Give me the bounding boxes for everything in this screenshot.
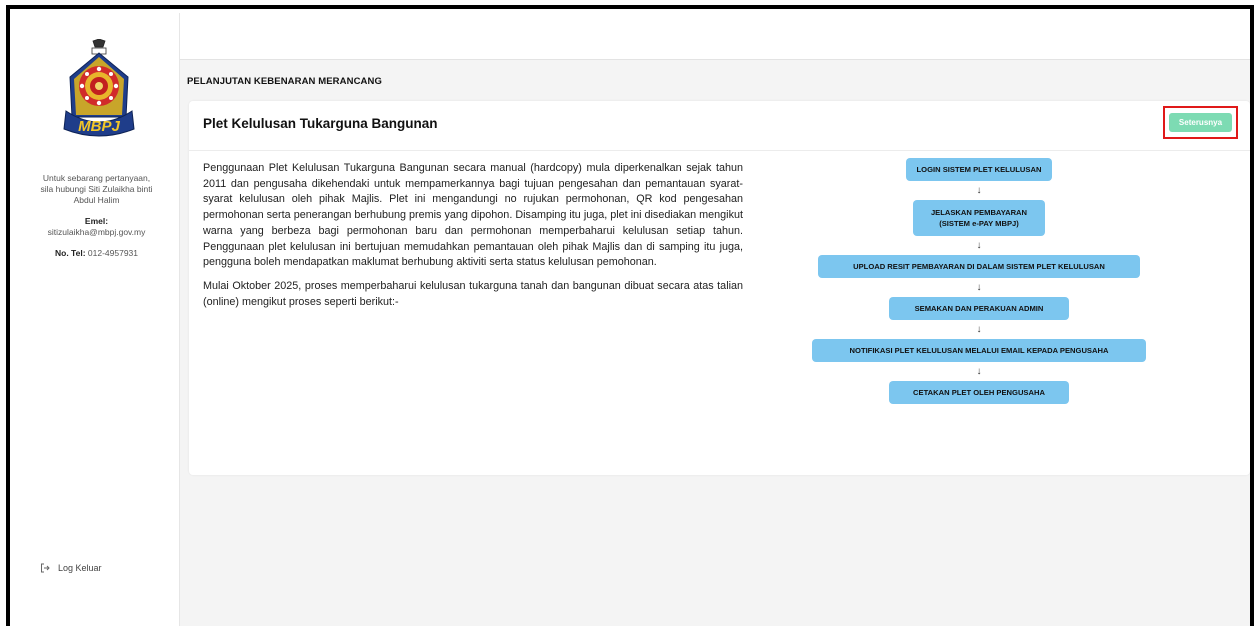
svg-text:MBPJ: MBPJ xyxy=(78,118,120,135)
page-title: PELANJUTAN KEBENARAN MERANCANG xyxy=(187,76,382,87)
description-paragraph: Penggunaan Plet Kelulusan Tukarguna Bang… xyxy=(203,162,743,269)
down-arrow-icon: ↓ xyxy=(976,282,982,293)
flow-step-login: LOGIN SISTEM PLET KELULUSAN xyxy=(906,158,1052,181)
flow-step-label: CETAKAN PLET OLEH PENGUSAHA xyxy=(913,388,1045,397)
flow-step-review: SEMAKAN DAN PERAKUAN ADMIN xyxy=(889,297,1069,320)
phone-value: 012-4957931 xyxy=(87,248,139,258)
card-title: Plet Kelulusan Tukarguna Bangunan xyxy=(203,116,438,131)
flow-step-print: CETAKAN PLET OLEH PENGUSAHA xyxy=(889,381,1069,404)
description: Penggunaan Plet Kelulusan Tukarguna Bang… xyxy=(203,161,743,318)
contact-line: sila hubungi Siti Zulaikha binti xyxy=(40,184,153,194)
sidebar: MBPJ Untuk sebarang pertanyaan, sila hub… xyxy=(14,13,180,626)
flow-step-upload: UPLOAD RESIT PEMBAYARAN DI DALAM SISTEM … xyxy=(818,255,1140,278)
down-arrow-icon: ↓ xyxy=(976,324,982,335)
flow-step-payment: JELASKAN PEMBAYARAN (SISTEM e-PAY MBPJ) xyxy=(913,200,1045,236)
flow-step-label: SEMAKAN DAN PERAKUAN ADMIN xyxy=(914,304,1044,313)
top-bar xyxy=(180,13,1250,60)
down-arrow-icon: ↓ xyxy=(976,240,982,251)
email-label: Emel: xyxy=(84,216,109,226)
contact-line: Untuk sebarang pertanyaan, xyxy=(42,173,151,183)
flow-step-label: JELASKAN PEMBAYARAN xyxy=(930,208,1028,217)
logout-label: Log Keluar xyxy=(58,563,102,573)
flow-step-label: UPLOAD RESIT PEMBAYARAN DI DALAM SISTEM … xyxy=(853,262,1105,271)
flow-step-label: NOTIFIKASI PLET KELULUSAN MELALUI EMAIL … xyxy=(849,346,1109,355)
card-header: Plet Kelulusan Tukarguna Bangunan Seteru… xyxy=(189,101,1250,151)
phone-label: No. Tel: xyxy=(54,248,86,258)
description-paragraph: Mulai Oktober 2025, proses memperbaharui… xyxy=(203,279,743,308)
highlight-box: Seterusnya xyxy=(1163,106,1238,139)
app-window: MBPJ Untuk sebarang pertanyaan, sila hub… xyxy=(6,5,1254,626)
info-card: Plet Kelulusan Tukarguna Bangunan Seteru… xyxy=(189,101,1250,475)
logout-icon xyxy=(41,563,50,573)
process-flow: LOGIN SISTEM PLET KELULUSAN ↓ JELASKAN P… xyxy=(779,158,1179,404)
next-button[interactable]: Seterusnya xyxy=(1169,113,1232,132)
flow-step-sublabel: (SISTEM e-PAY MBPJ) xyxy=(939,219,1019,228)
flow-step-label: LOGIN SISTEM PLET KELULUSAN xyxy=(916,165,1042,174)
mbpj-logo: MBPJ xyxy=(62,38,136,139)
flow-step-notification: NOTIFIKASI PLET KELULUSAN MELALUI EMAIL … xyxy=(812,339,1146,362)
main-content: PELANJUTAN KEBENARAN MERANCANG Plet Kelu… xyxy=(180,60,1250,626)
down-arrow-icon: ↓ xyxy=(976,366,982,377)
email-value: sitizulaikha@mbpj.gov.my xyxy=(47,227,146,237)
contact-info: Untuk sebarang pertanyaan, sila hubungi … xyxy=(14,173,179,259)
logout-link[interactable]: Log Keluar xyxy=(40,563,102,573)
down-arrow-icon: ↓ xyxy=(976,185,982,196)
contact-line: Abdul Halim xyxy=(73,195,120,205)
